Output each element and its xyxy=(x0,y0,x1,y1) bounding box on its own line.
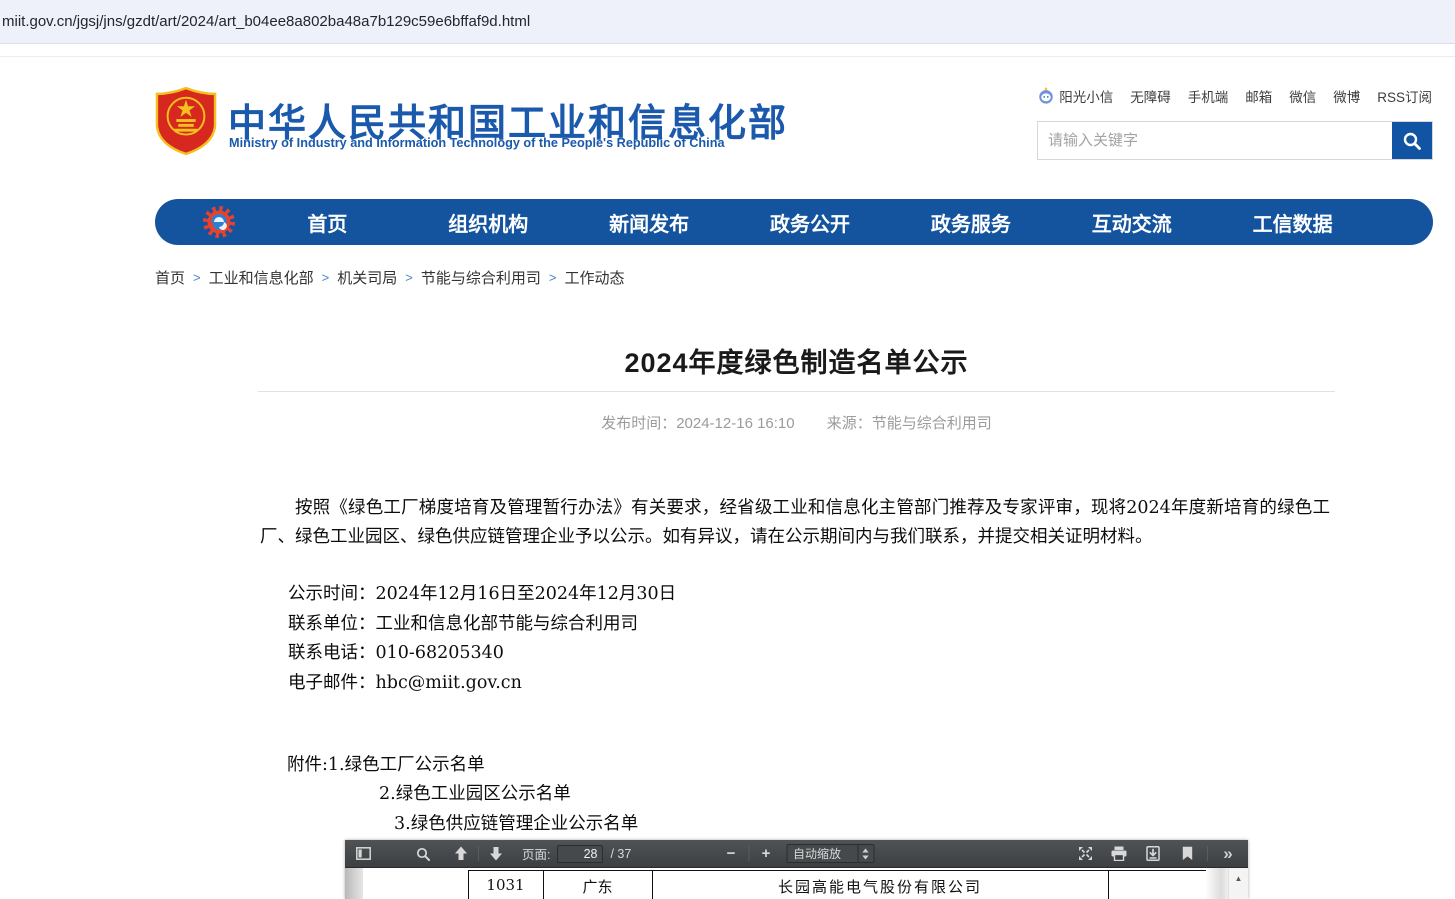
contact-line-email: 电子邮件：hbc@miit.gov.cn xyxy=(288,669,676,699)
page: miit.gov.cn/jgsj/jns/gzdt/art/2024/art_b… xyxy=(0,0,1455,899)
fullscreen-icon xyxy=(1078,846,1093,861)
breadcrumb-home[interactable]: 首页 xyxy=(155,267,185,288)
presentation-mode-button[interactable] xyxy=(1073,843,1097,865)
bookmark-icon xyxy=(1182,846,1193,861)
table-border xyxy=(1108,870,1109,899)
top-link-rss[interactable]: RSS订阅 xyxy=(1377,86,1432,106)
toolbar-right-group: » xyxy=(1073,843,1240,865)
find-button[interactable] xyxy=(411,843,435,865)
find-icon xyxy=(416,847,430,861)
table-border xyxy=(468,870,1206,871)
double-chevron-icon: » xyxy=(1223,845,1232,862)
next-page-button[interactable] xyxy=(484,843,508,865)
search-button[interactable] xyxy=(1392,122,1432,159)
toolbar-divider xyxy=(478,846,479,861)
search-icon xyxy=(1402,131,1422,151)
print-icon xyxy=(1111,846,1127,861)
zoom-in-button[interactable]: + xyxy=(754,843,778,865)
article-paragraph: 按照《绿色工厂梯度培育及管理暂行办法》有关要求，经省级工业和信息化主管部门推荐及… xyxy=(260,494,1330,552)
scroll-up-arrow-icon: ▲ xyxy=(1235,874,1243,899)
toolbar-divider xyxy=(1207,846,1208,861)
pdf-viewer: 页面: / 37 − + 自动缩放 xyxy=(345,840,1248,899)
miit-gear-logo-icon xyxy=(201,204,237,240)
pdf-page-edge-shade xyxy=(1206,868,1228,899)
sidebar-toggle-button[interactable] xyxy=(351,843,375,865)
select-spinner-icon xyxy=(857,845,873,862)
publish-time: 发布时间：2024-12-16 16:10 xyxy=(601,415,794,432)
pdf-left-gutter xyxy=(345,868,363,899)
title-divider xyxy=(258,391,1335,392)
zoom-out-button[interactable]: − xyxy=(719,843,743,865)
zoom-level-value: 自动缩放 xyxy=(787,845,857,862)
bookmark-button[interactable] xyxy=(1175,843,1199,865)
table-cell-number: 1031 xyxy=(468,876,543,894)
arrow-down-icon xyxy=(489,846,503,861)
zoom-level-select[interactable]: 自动缩放 xyxy=(786,844,874,863)
attachment-link-supply-chain[interactable]: 3.绿色供应链管理企业公示名单 xyxy=(394,810,638,835)
article-title: 2024年度绿色制造名单公示 xyxy=(258,341,1335,380)
article-source: 来源：节能与综合利用司 xyxy=(827,415,992,432)
contact-info: 公示时间：2024年12月16日至2024年12月30日 联系单位：工业和信息化… xyxy=(288,580,676,698)
previous-page-button[interactable] xyxy=(449,843,473,865)
page-number-input[interactable] xyxy=(557,845,603,863)
download-button[interactable] xyxy=(1141,843,1165,865)
attachment-link-industrial-park[interactable]: 2.绿色工业园区公示名单 xyxy=(379,780,571,805)
article-meta: 发布时间：2024-12-16 16:10 来源：节能与综合利用司 xyxy=(258,412,1335,433)
contact-line-phone: 联系电话：010-68205340 xyxy=(288,639,676,669)
pdf-scrollbar[interactable]: ▲ xyxy=(1228,868,1248,899)
pdf-page: 1031 广东 长园高能电气股份有限公司 xyxy=(363,868,1206,899)
attachment-link-green-factory[interactable]: 附件:1.绿色工厂公示名单 xyxy=(287,751,485,776)
pdf-toolbar: 页面: / 37 − + 自动缩放 xyxy=(345,840,1248,868)
table-cell-province: 广东 xyxy=(543,876,652,897)
toolbar-divider xyxy=(748,846,749,861)
contact-line-unit: 联系单位：工业和信息化部节能与综合利用司 xyxy=(288,610,676,640)
page-label: 页面: xyxy=(522,844,550,863)
table-cell-company: 长园高能电气股份有限公司 xyxy=(652,876,1108,897)
page-total: / 37 xyxy=(610,847,631,861)
sidebar-toggle-icon xyxy=(356,847,371,860)
download-icon xyxy=(1146,846,1160,861)
national-emblem-logo xyxy=(155,87,217,155)
contact-line-period: 公示时间：2024年12月16日至2024年12月30日 xyxy=(288,580,676,610)
zoom-controls: − + 自动缩放 xyxy=(719,843,874,865)
breadcrumb-separator: > xyxy=(193,270,201,285)
article: 2024年度绿色制造名单公示 发布时间：2024-12-16 16:10 来源：… xyxy=(258,0,1335,899)
top-link-weibo[interactable]: 微博 xyxy=(1333,86,1360,106)
toolbar-overflow-button[interactable]: » xyxy=(1216,843,1240,865)
arrow-up-icon xyxy=(454,846,468,861)
pdf-content: 1031 广东 长园高能电气股份有限公司 ▲ xyxy=(345,868,1248,899)
print-button[interactable] xyxy=(1107,843,1131,865)
